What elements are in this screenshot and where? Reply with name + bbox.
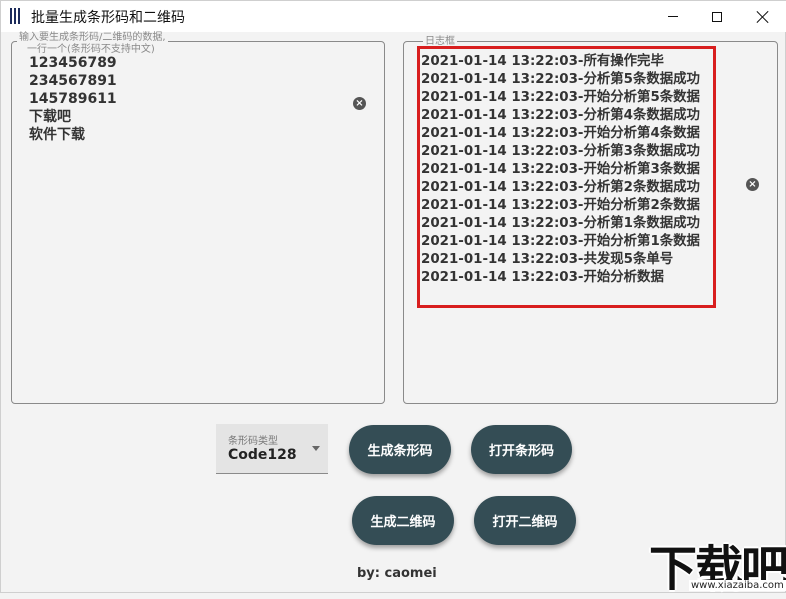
log-line: 2021-01-14 13:22:03-开始分析第4条数据	[421, 126, 700, 141]
log-line: 2021-01-14 13:22:03-开始分析第3条数据	[421, 162, 700, 177]
log-text: 2021-01-14 13:22:03-所有操作完毕 2021-01-14 13…	[421, 53, 700, 287]
watermark-logo: 下载吧 www.xiazaiba.com	[649, 533, 786, 597]
minimize-button[interactable]	[651, 1, 695, 32]
input-legend-line1: 输入要生成条形码/二维码的数据,	[17, 32, 168, 43]
author-credit: by: caomei	[357, 566, 437, 581]
generate-qrcode-button[interactable]: 生成二维码	[352, 496, 454, 545]
input-line: 123456789	[29, 55, 117, 71]
log-line: 2021-01-14 13:22:03-分析第1条数据成功	[421, 216, 700, 231]
clear-input-icon[interactable]: ×	[353, 97, 366, 110]
close-icon	[757, 11, 769, 23]
input-line: 软件下载	[29, 127, 85, 143]
barcode-type-select[interactable]: 条形码类型 Code128	[216, 424, 328, 474]
log-line: 2021-01-14 13:22:03-分析第2条数据成功	[421, 180, 700, 195]
open-barcode-button[interactable]: 打开条形码	[471, 425, 572, 474]
window-title: 批量生成条形码和二维码	[31, 10, 185, 26]
barcode-type-label: 条形码类型	[228, 436, 278, 447]
title-bar: 批量生成条形码和二维码	[1, 1, 786, 32]
open-qrcode-button[interactable]: 打开二维码	[474, 496, 576, 545]
chevron-down-icon	[312, 446, 320, 451]
input-line: 234567891	[29, 73, 117, 89]
close-button[interactable]	[741, 1, 785, 32]
log-line: 2021-01-14 13:22:03-分析第3条数据成功	[421, 144, 700, 159]
input-line: 下载吧	[29, 109, 71, 125]
log-line: 2021-01-14 13:22:03-所有操作完毕	[421, 54, 664, 69]
log-line: 2021-01-14 13:22:03-开始分析第2条数据	[421, 198, 700, 213]
log-line: 2021-01-14 13:22:03-共发现5条单号	[421, 252, 674, 267]
log-line: 2021-01-14 13:22:03-开始分析数据	[421, 270, 664, 285]
maximize-button[interactable]	[695, 1, 739, 32]
barcode-type-value: Code128	[228, 447, 297, 463]
log-line: 2021-01-14 13:22:03-开始分析第5条数据	[421, 90, 700, 105]
app-window: 批量生成条形码和二维码 输入要生成条形码/二维码的数据, 一行一个(条形码不支持…	[0, 0, 786, 597]
log-line: 2021-01-14 13:22:03-开始分析第1条数据	[421, 234, 700, 249]
input-text[interactable]: 123456789 234567891 145789611 下载吧 软件下载	[29, 54, 117, 144]
clear-log-icon[interactable]: ×	[746, 178, 759, 191]
input-line: 145789611	[29, 91, 117, 107]
log-line: 2021-01-14 13:22:03-分析第5条数据成功	[421, 72, 700, 87]
watermark-url: www.xiazaiba.com	[689, 580, 786, 591]
maximize-icon	[712, 11, 722, 22]
generate-barcode-button[interactable]: 生成条形码	[349, 425, 451, 474]
barcode-app-icon	[10, 8, 24, 24]
minimize-icon	[668, 16, 678, 17]
log-line: 2021-01-14 13:22:03-分析第4条数据成功	[421, 108, 700, 123]
